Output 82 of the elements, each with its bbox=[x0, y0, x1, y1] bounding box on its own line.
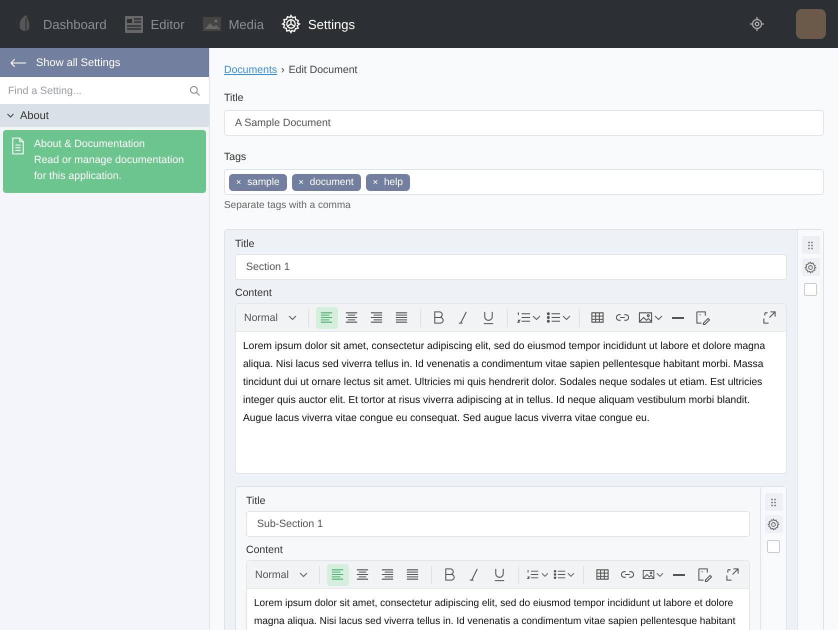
bullet-list-icon bbox=[553, 567, 566, 582]
tag-chip[interactable]: × help bbox=[366, 174, 410, 190]
align-center-icon bbox=[344, 310, 360, 325]
hint-text: Separate tags with a comma bbox=[224, 199, 352, 213]
breadcrumb-link[interactable]: Documents bbox=[224, 63, 278, 77]
caret-icon bbox=[567, 570, 576, 578]
fullscreen-icon bbox=[762, 310, 776, 325]
caret-icon bbox=[288, 314, 297, 322]
remove-tag-button[interactable]: × bbox=[298, 177, 304, 187]
title-field[interactable]: A Sample Document bbox=[224, 110, 824, 136]
tag-chip[interactable]: × document bbox=[292, 174, 361, 190]
clear-format-icon bbox=[695, 310, 710, 325]
image-icon bbox=[642, 567, 656, 582]
gear-icon bbox=[281, 14, 301, 34]
align-right-icon bbox=[380, 567, 396, 582]
bold-icon bbox=[442, 567, 458, 582]
back-link[interactable]: Show all Settings bbox=[0, 48, 209, 77]
title-field[interactable]: Sub-Section 1 bbox=[246, 511, 750, 537]
search-input[interactable]: Find a Setting... bbox=[8, 84, 189, 96]
align-left-icon bbox=[319, 310, 334, 325]
horizontal-rule-icon bbox=[673, 574, 686, 576]
justify-icon bbox=[405, 567, 420, 582]
format-dropdown[interactable]: Normal bbox=[255, 568, 312, 580]
field-label: Title bbox=[224, 91, 244, 105]
checkbox[interactable] bbox=[767, 540, 780, 553]
table-icon bbox=[594, 567, 610, 582]
fullscreen-icon bbox=[724, 567, 740, 582]
caret-icon bbox=[654, 314, 663, 322]
drag-handle[interactable] bbox=[802, 236, 820, 254]
settings-icon bbox=[804, 260, 817, 274]
horizontal-rule-icon bbox=[672, 316, 684, 318]
drag-handle[interactable] bbox=[764, 493, 782, 511]
nav-tab[interactable]: Settings bbox=[281, 10, 355, 38]
nav-tab[interactable]: Dashboard bbox=[16, 10, 107, 38]
breadcrumb-separator: › bbox=[281, 63, 285, 77]
settings-button[interactable] bbox=[802, 258, 820, 276]
caret-icon bbox=[532, 314, 541, 322]
content-text: Lorem ipsum dolor sit amet, consectetur adipiscing elit, sed do eiusmod tempor incididunt ut labore et dolore magna aliqua. Nisi lacus sed viverra tellus in. Id venenatis a condimentum vitae sapien pellentesque habitant bbox=[253, 597, 736, 629]
nav-tab[interactable]: Media bbox=[202, 10, 264, 38]
content-text: Lorem ipsum dolor sit amet, consectetur adipiscing elit, sed do eiusmod tempor incididunt ut labore et dolore magna aliqua. Nisi lacus sed viverra tellus in. Id venenatis a condimentum vitae sapien pellentesque habitant morbi. Massa tincidunt dui ut ornare lectus sit amet. Ultricies mi quis hendrerit dolor. Sodales neque sodales ut etiam. Est ultricies integer quis auctor elit. Et tortor at risus viverra adipiscing at in tellus. Id neque aliquam vestibulum morbi blandit. Augue lacus viverra vitae congue eu consequat. Sed augue lacus viverra vitae congue eu. bbox=[242, 340, 766, 426]
image-icon bbox=[202, 14, 222, 34]
field-label: Title bbox=[235, 237, 256, 251]
group-header[interactable]: About bbox=[0, 104, 209, 127]
settings-item[interactable]: About & Documentation Read or manage documentation for this application. bbox=[3, 130, 206, 193]
newspaper-icon bbox=[124, 14, 144, 34]
remove-tag-button[interactable]: × bbox=[236, 177, 242, 187]
caret-icon bbox=[562, 314, 571, 322]
numbered-list-icon bbox=[526, 567, 540, 582]
align-left-icon bbox=[330, 567, 346, 582]
crosshair-icon bbox=[749, 16, 765, 32]
document-icon bbox=[11, 137, 25, 155]
bold-icon bbox=[431, 310, 446, 325]
settings-button[interactable] bbox=[764, 515, 782, 533]
numbered-list-icon bbox=[516, 310, 531, 325]
align-center-icon bbox=[355, 567, 370, 582]
title-field[interactable]: Section 1 bbox=[235, 254, 787, 280]
table-icon bbox=[590, 310, 606, 325]
caret-icon bbox=[656, 570, 664, 578]
drag-handle-icon bbox=[770, 498, 777, 506]
align-right-icon bbox=[369, 310, 384, 325]
tags-field[interactable]: × sample × document × help bbox=[224, 169, 824, 195]
drag-handle-icon bbox=[807, 240, 814, 250]
breadcrumb-current: Edit Document bbox=[288, 63, 358, 77]
field-label: Content bbox=[235, 286, 273, 300]
field-label: Title bbox=[246, 494, 266, 508]
field-label: Content bbox=[246, 543, 284, 557]
search-field[interactable]: Find a Setting... bbox=[0, 77, 209, 104]
settings-icon bbox=[767, 518, 780, 530]
caret-icon bbox=[540, 570, 548, 578]
bullet-list-icon bbox=[546, 310, 561, 325]
remove-tag-button[interactable]: × bbox=[372, 177, 378, 187]
caret-icon bbox=[298, 570, 308, 578]
search-icon bbox=[189, 84, 201, 96]
arrow-left-icon bbox=[10, 58, 27, 68]
nav-tab[interactable]: Editor bbox=[124, 10, 185, 38]
justify-icon bbox=[394, 310, 410, 325]
format-dropdown[interactable]: Normal bbox=[244, 312, 301, 324]
field-label: Tags bbox=[224, 150, 248, 164]
tag-chip[interactable]: × sample bbox=[229, 174, 287, 190]
image-icon bbox=[638, 310, 653, 325]
clear-format-icon bbox=[696, 567, 712, 582]
checkbox[interactable] bbox=[804, 283, 817, 296]
